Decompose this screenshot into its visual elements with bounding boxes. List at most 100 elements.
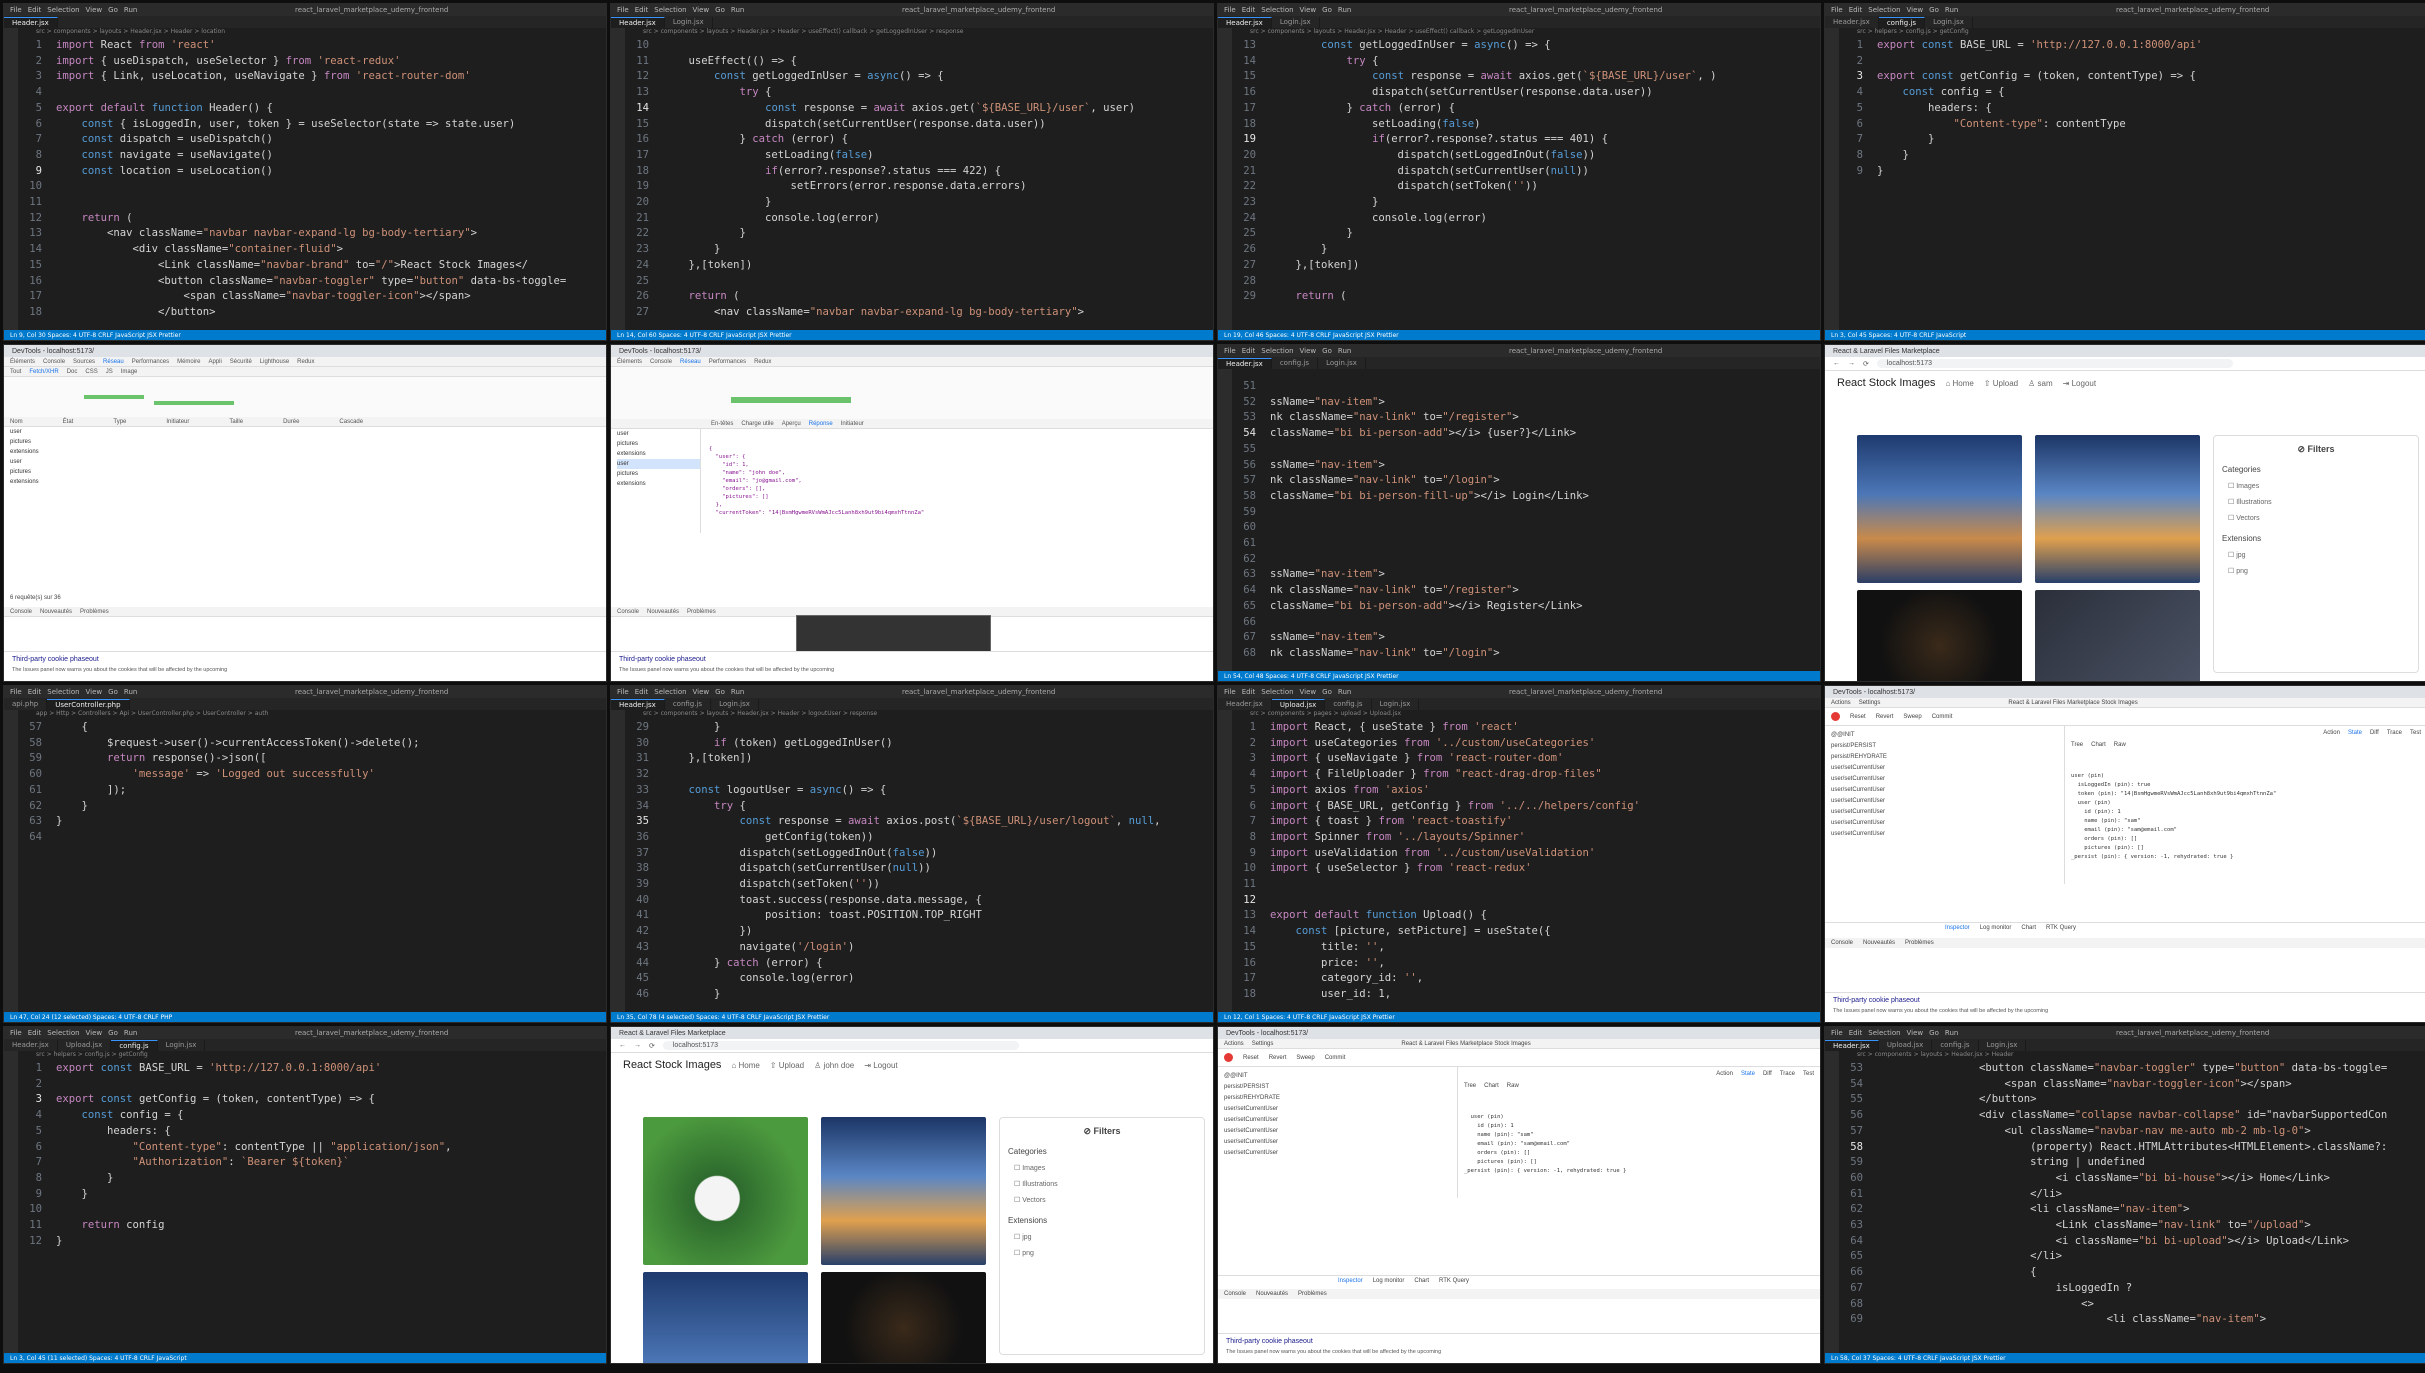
code-line[interactable]: 66 [1232, 615, 1820, 631]
menu-edit[interactable]: Edit [1242, 6, 1256, 14]
filter-images[interactable]: ☐ Images [1014, 1164, 1196, 1172]
code-line[interactable]: 12} [18, 1234, 606, 1250]
code-editor[interactable]: 1 export const BASE_URL = 'http://127.0.0… [1839, 38, 2425, 330]
code-line[interactable]: 7 const dispatch = useDispatch() [18, 132, 606, 148]
code-line[interactable]: 1 export const BASE_URL = 'http://127.0.0… [18, 1061, 606, 1077]
tab-header-jsx[interactable]: Header.jsx [611, 17, 665, 28]
code-line[interactable]: 54 className="bi bi-person-add"></i> {use… [1232, 426, 1820, 442]
code-line[interactable]: 27 },[token]) [1232, 258, 1820, 274]
code-line[interactable]: 60 'message' => 'Logged out successfully… [18, 767, 606, 783]
code-line[interactable]: 20 dispatch(setLoggedInOut(false)) [1232, 148, 1820, 164]
code-line[interactable]: 58 $request->user()->currentAccessToken(… [18, 736, 606, 752]
code-line[interactable]: 60 <i className="bi bi-house"></i> Home<… [1839, 1171, 2425, 1187]
code-line[interactable]: 12 return ( [18, 211, 606, 227]
code-line[interactable]: 7 "Authorization": `Bearer ${token}` [18, 1155, 606, 1171]
picture-card-image[interactable] [2035, 435, 2200, 583]
code-line[interactable]: 53 <button className="navbar-toggler" ty… [1839, 1061, 2425, 1077]
reload-icon[interactable]: ⟳ [649, 1042, 655, 1050]
menu-selection[interactable]: Selection [1868, 6, 1900, 14]
code-line[interactable]: 2 import useCategories from '../custom/us… [1232, 736, 1820, 752]
commit-button[interactable]: Commit [1325, 1055, 1346, 1061]
tab-whats-new[interactable]: Nouveautés [647, 609, 679, 615]
table-row[interactable]: extensions [10, 477, 606, 487]
code-editor[interactable]: 10 11 useEffect(() => {12 const getLogged… [625, 38, 1213, 330]
tree-node[interactable]: user (pin) [2071, 772, 2421, 781]
tab-whats-new[interactable]: Nouveautés [40, 609, 72, 615]
code-line[interactable]: 29 return ( [1232, 289, 1820, 305]
revert-button[interactable]: Revert [1876, 714, 1894, 720]
code-line[interactable]: 53 nk className="nav-link" to="/register"… [1232, 410, 1820, 426]
col-name[interactable]: Nom [10, 419, 23, 425]
code-line[interactable]: 10 [18, 1202, 606, 1218]
code-line[interactable]: 13 export default function Upload() { [1232, 908, 1820, 924]
code-line[interactable]: 62 <li className="nav-item"> [1839, 1202, 2425, 1218]
menu-run[interactable]: Run [124, 688, 137, 696]
nav-user[interactable]: ♙ john doe [814, 1061, 854, 1070]
col-size[interactable]: Taille [229, 419, 243, 425]
menu-view[interactable]: View [1300, 6, 1317, 14]
code-line[interactable]: 18 </button> [18, 305, 606, 321]
tree-node[interactable]: email (pin): "sam@email.com" [2071, 826, 2421, 835]
tab-header-jsx[interactable]: Header.jsx [4, 17, 58, 28]
filter-fetch-xhr[interactable]: Fetch/XHR [29, 369, 58, 375]
revert-button[interactable]: Revert [1269, 1055, 1287, 1061]
menu-selection[interactable]: Selection [47, 6, 79, 14]
nav-logout[interactable]: ⇥ Logout [2063, 379, 2096, 388]
list-item[interactable]: user/setCurrentUser [1224, 1126, 1451, 1137]
redux-instance[interactable]: React & Laravel Files Marketplace Stock … [1401, 1041, 1530, 1047]
code-line[interactable]: 67 ssName="nav-item"> [1232, 630, 1820, 646]
menu-file[interactable]: File [10, 688, 22, 696]
tab-upload-jsx[interactable]: Upload.jsx [1879, 1040, 1933, 1051]
menu-edit[interactable]: Edit [635, 6, 649, 14]
tab-rtk-query[interactable]: RTK Query [2046, 925, 2076, 931]
filter-doc[interactable]: Doc [67, 369, 78, 375]
menu-selection[interactable]: Selection [654, 6, 686, 14]
tab-api-php[interactable]: api.php [4, 699, 48, 710]
code-line[interactable]: 22 } [625, 226, 1213, 242]
code-line[interactable]: 44 } catch (error) { [625, 956, 1213, 972]
menu-selection[interactable]: Selection [47, 1029, 79, 1037]
list-item[interactable]: persist/PERSIST [1831, 741, 2058, 752]
code-line[interactable]: 5 export default function Header() { [18, 101, 606, 117]
menu-run[interactable]: Run [731, 6, 744, 14]
code-line[interactable]: 2 [18, 1077, 606, 1093]
col-waterfall[interactable]: Cascade [339, 419, 363, 425]
code-line[interactable]: 25 [625, 274, 1213, 290]
col-time[interactable]: Durée [283, 419, 299, 425]
code-line[interactable]: 33 const logoutUser = async() => { [625, 783, 1213, 799]
filter-vectors[interactable]: ☐ Vectors [1014, 1196, 1196, 1204]
menu-go[interactable]: Go [715, 688, 725, 696]
code-line[interactable]: 58 (property) React.HTMLAttributes<HTMLE… [1839, 1140, 2425, 1156]
tree-node[interactable]: name (pin): "sam" [2071, 817, 2421, 826]
filter-illustrations[interactable]: ☐ Illustrations [1014, 1180, 1196, 1188]
tab-settings[interactable]: Settings [1252, 1041, 1274, 1047]
menu-file[interactable]: File [1224, 347, 1236, 355]
tab-header-jsx[interactable]: Header.jsx [1825, 1040, 1879, 1051]
filter-png[interactable]: ☐ png [1014, 1249, 1196, 1257]
commit-button[interactable]: Commit [1932, 714, 1953, 720]
tab-chart-monitor[interactable]: Chart [2021, 925, 2036, 931]
table-row[interactable]: extensions [10, 447, 606, 457]
code-line[interactable]: 68 nk className="nav-link" to="/login"> [1232, 646, 1820, 662]
filter-jpg[interactable]: ☐ jpg [2228, 551, 2410, 559]
code-line[interactable]: 16 } catch (error) { [625, 132, 1213, 148]
code-line[interactable]: 34 try { [625, 799, 1213, 815]
code-line[interactable]: 19 if(error?.response?.status === 401) { [1232, 132, 1820, 148]
menu-view[interactable]: View [1907, 1029, 1924, 1037]
tab-raw[interactable]: Raw [1507, 1083, 1519, 1089]
filter-image[interactable]: Image [121, 369, 138, 375]
code-line[interactable]: 7 import { toast } from 'react-toastify' [1232, 814, 1820, 830]
code-line[interactable]: 12 [1232, 893, 1820, 909]
nav-logout[interactable]: ⇥ Logout [864, 1061, 897, 1070]
code-line[interactable]: 18 user_id: 1, [1232, 987, 1820, 1003]
menu-go[interactable]: Go [715, 6, 725, 14]
list-item[interactable]: @@INIT [1831, 730, 2058, 741]
tab-usercontroller-php[interactable]: UserController.php [47, 699, 130, 710]
filter-illustrations[interactable]: ☐ Illustrations [2228, 498, 2410, 506]
code-line[interactable]: 4 const config = { [18, 1108, 606, 1124]
code-line[interactable]: 15 const response = await axios.get(`${B… [1232, 69, 1820, 85]
menu-file[interactable]: File [1831, 1029, 1843, 1037]
tab-config-js[interactable]: config.js [665, 699, 712, 710]
menu-view[interactable]: View [86, 688, 103, 696]
code-line[interactable]: 17 setLoading(false) [625, 148, 1213, 164]
